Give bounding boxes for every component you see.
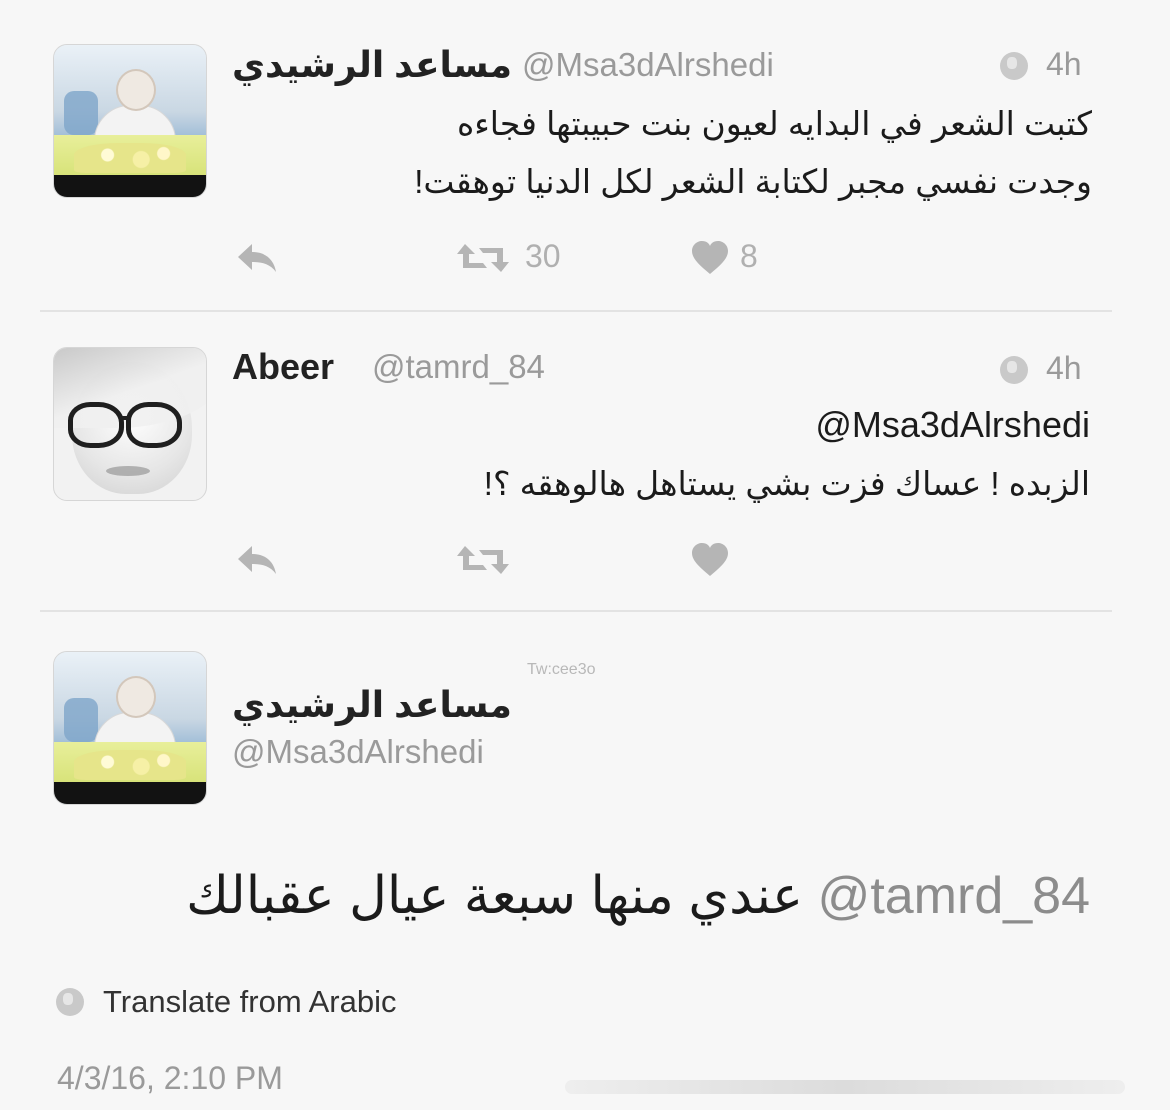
- tweet-text-line-2: وجدت نفسي مجبر لكتابة الشعر لكل الدنيا ت…: [414, 163, 1092, 200]
- tweet-time[interactable]: 4h: [1046, 350, 1082, 387]
- author-name[interactable]: Abeer: [232, 346, 334, 388]
- translate-link[interactable]: Translate from Arabic: [103, 984, 396, 1020]
- faint-overlay-bar: [565, 1080, 1125, 1094]
- mention-link[interactable]: @tamrd_84: [818, 867, 1090, 925]
- avatar[interactable]: [53, 44, 207, 198]
- reply-icon[interactable]: [234, 240, 278, 276]
- tweet-timestamp: 4/3/16, 2:10 PM: [57, 1060, 283, 1096]
- author-handle[interactable]: @Msa3dAlrshedi: [522, 46, 774, 84]
- author-name[interactable]: مساعد الرشيدي: [232, 684, 512, 726]
- tweet-time[interactable]: 4h: [1046, 46, 1082, 83]
- tweet-text: @tamrd_84 عندي منها سبعة عيال عقبالك: [186, 866, 1090, 926]
- heart-icon[interactable]: [690, 542, 730, 578]
- reply-icon[interactable]: [234, 542, 278, 578]
- retweet-icon[interactable]: [455, 240, 511, 276]
- retweet-count: 30: [525, 238, 561, 274]
- tweet-divider: [40, 310, 1112, 312]
- reply-mention[interactable]: @Msa3dAlrshedi: [815, 404, 1090, 446]
- retweet-icon[interactable]: [455, 542, 511, 578]
- author-name[interactable]: مساعد الرشيدي: [232, 44, 512, 86]
- tweet-text-line-1: كتبت الشعر في البدايه لعيون بنت حبيبتها …: [456, 105, 1092, 142]
- like-count: 8: [740, 238, 758, 274]
- tweet-divider: [40, 610, 1112, 612]
- author-handle[interactable]: @tamrd_84: [372, 348, 545, 386]
- tweet-body: عندي منها سبعة عيال عقبالك: [186, 867, 804, 925]
- globe-icon: [56, 988, 84, 1016]
- author-handle[interactable]: @Msa3dAlrshedi: [232, 733, 484, 771]
- heart-icon[interactable]: [690, 240, 730, 276]
- watermark: Tw:cee3o: [527, 661, 596, 678]
- globe-icon: [1000, 52, 1028, 80]
- avatar[interactable]: [53, 651, 207, 805]
- globe-icon: [1000, 356, 1028, 384]
- avatar[interactable]: [53, 347, 207, 501]
- tweet-text: الزبده ! عساك فزت بشي يستاهل هالوهقه ؟!: [483, 465, 1090, 502]
